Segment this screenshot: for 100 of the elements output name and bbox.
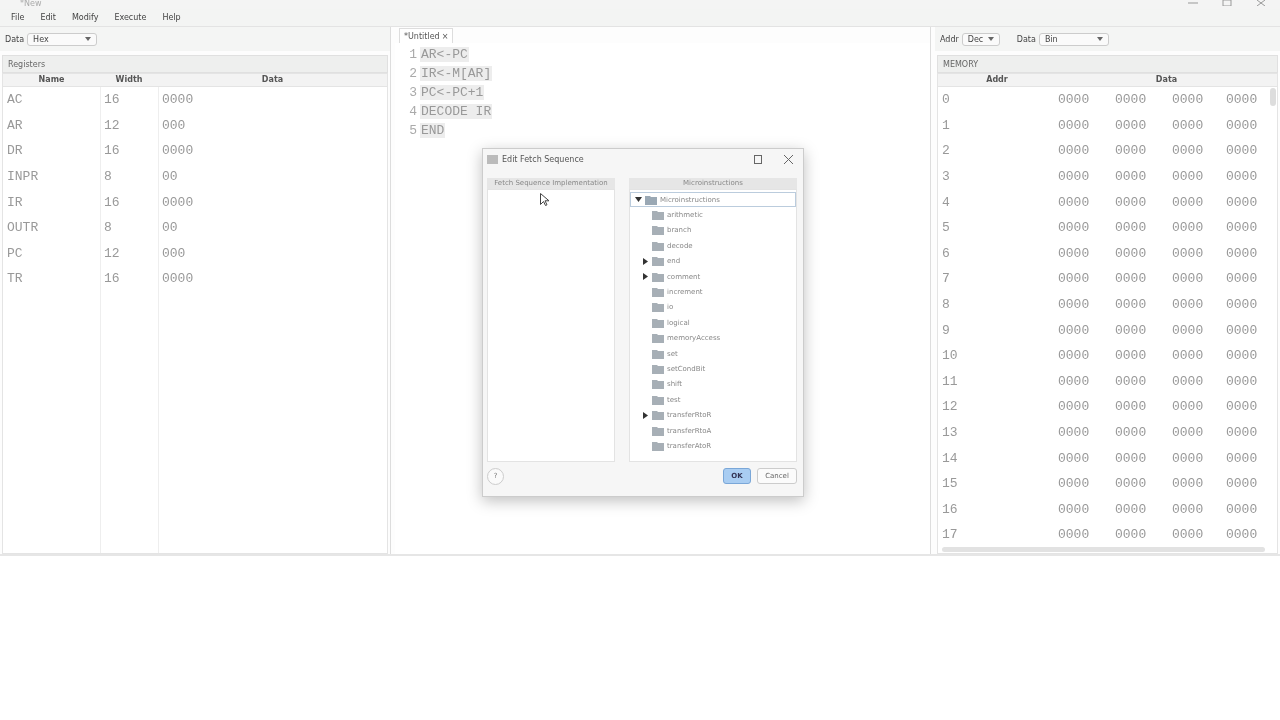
folder-icon [652, 425, 664, 436]
table-cell-text: 0000 [1225, 297, 1259, 313]
window-icon [487, 154, 498, 164]
table-cell-text: INPR [6, 169, 40, 185]
table-cell-text: 0000 [1171, 527, 1205, 543]
table-cell-text: 0000 [1114, 450, 1148, 466]
table-cell-text: 2 [941, 143, 951, 159]
maximize-icon[interactable] [754, 154, 762, 164]
table-cell-text: 0 [941, 92, 951, 108]
table-cell-text: 0000 [1171, 220, 1205, 236]
table-cell-text: 0000 [1225, 194, 1259, 210]
data-label: Data [5, 34, 25, 44]
table-cell-text: 0000 [1225, 501, 1259, 517]
menu-item[interactable]: Execute [114, 13, 147, 22]
table-cell-text: 0000 [1171, 92, 1205, 108]
folder-icon [652, 210, 664, 221]
table-cell-text: 9 [941, 322, 951, 338]
table-cell-text: 0000 [1171, 169, 1205, 185]
table-cell-text: 3 [941, 169, 951, 185]
table-cell-text: 0000 [1171, 322, 1205, 338]
table-cell-text: 0000 [1225, 399, 1259, 415]
table-cell-text: PC [6, 245, 24, 261]
table-cell-text: 0000 [1114, 220, 1148, 236]
table-cell-text: 0000 [1114, 501, 1148, 517]
column-header[interactable]: Data [1056, 74, 1277, 86]
table-cell-text: 0000 [1114, 476, 1148, 492]
line-number: 4 [408, 104, 417, 119]
table-cell-text: 0000 [1171, 297, 1205, 313]
column-header[interactable]: Addr [938, 74, 1056, 86]
folder-icon [652, 394, 664, 405]
folder-icon [652, 317, 664, 328]
table-cell-text: 16 [103, 194, 121, 210]
menu-item[interactable]: File [11, 13, 25, 22]
table-cell-text: 11 [941, 373, 959, 389]
window-title: *New [20, 0, 42, 8]
table-cell-text: TR [6, 271, 24, 287]
table-cell-text: 0000 [1225, 527, 1259, 543]
data-dropdown[interactable]: Hex [27, 32, 98, 46]
table-cell-text: 0000 [1114, 399, 1148, 415]
table-cell-text: 7 [941, 271, 951, 287]
table-cell-text: 0000 [1057, 271, 1091, 287]
folder-icon [652, 225, 664, 236]
data-label: Data [1016, 34, 1036, 44]
table-cell-text: 8 [103, 220, 113, 236]
table-cell-text: 0000 [1057, 450, 1091, 466]
table-cell-text: 0000 [1057, 425, 1091, 440]
table-cell-text: AR [6, 117, 24, 133]
table-cell-text: 0000 [1225, 169, 1259, 185]
menu-item[interactable]: Edit [40, 13, 56, 22]
table-cell-text: 1 [941, 117, 951, 133]
table-cell-text: 0000 [1057, 169, 1091, 185]
table-cell-text: 0000 [1114, 271, 1148, 287]
table-cell-text: 0000 [1057, 527, 1091, 543]
table-cell-text: 0000 [1057, 297, 1091, 313]
data-dropdown[interactable]: Bin [1038, 32, 1109, 46]
close-icon[interactable] [784, 154, 793, 164]
menu-item[interactable]: Help [162, 13, 181, 22]
table-cell-text: 0000 [1225, 425, 1259, 440]
table-cell-text: 0000 [1114, 169, 1148, 185]
folder-icon [652, 379, 664, 390]
menu-item[interactable]: Modify [71, 13, 99, 22]
table-cell-text: 0000 [1057, 245, 1091, 261]
expand-arrow-icon[interactable] [642, 411, 649, 419]
table-cell-text: 0000 [1057, 322, 1091, 338]
addr-label: Addr [940, 34, 959, 44]
editor-tab[interactable]: *Untitled × [399, 28, 454, 43]
line-number: 2 [408, 66, 417, 81]
table-cell-text: 0000 [1225, 143, 1259, 159]
table-cell-text: 0000 [1057, 348, 1091, 364]
table-cell-text: 0000 [1057, 220, 1091, 236]
table-cell-text: 0000 [1171, 143, 1205, 159]
column-header[interactable]: Width [100, 74, 158, 86]
table-cell-text: 16 [103, 271, 121, 287]
table-cell-text: 15 [941, 476, 959, 492]
scrollbar[interactable] [942, 547, 1265, 552]
folder-icon [652, 271, 664, 282]
table-cell-text: 0000 [1171, 501, 1205, 517]
table-cell-text: 0000 [1171, 450, 1205, 466]
table-cell-text: 000 [161, 117, 187, 133]
table-cell-text: 0000 [1171, 348, 1205, 364]
table-cell-text: 000 [161, 245, 187, 261]
cursor-icon [540, 193, 549, 206]
table-cell-text: 0000 [1114, 92, 1148, 108]
table-cell-text: 0000 [1057, 194, 1091, 210]
folder-icon [652, 240, 664, 251]
table-cell-text: 0000 [1171, 271, 1205, 287]
folder-icon [652, 440, 664, 451]
caret-icon [1096, 37, 1103, 41]
table-cell-text: 17 [941, 527, 959, 543]
table-cell-text: 0000 [1225, 450, 1259, 466]
table-cell-text: 5 [941, 220, 951, 236]
addr-dropdown[interactable]: Dec [961, 32, 1000, 46]
folder-icon [652, 333, 664, 344]
scrollbar[interactable] [1270, 88, 1276, 106]
column-header[interactable]: Name [3, 74, 100, 86]
expand-arrow-icon[interactable] [635, 196, 642, 204]
folder-icon [652, 348, 664, 359]
table-cell-text: 0000 [1225, 220, 1259, 236]
table-cell-text: 16 [103, 143, 121, 159]
column-header[interactable]: Data [158, 74, 387, 86]
